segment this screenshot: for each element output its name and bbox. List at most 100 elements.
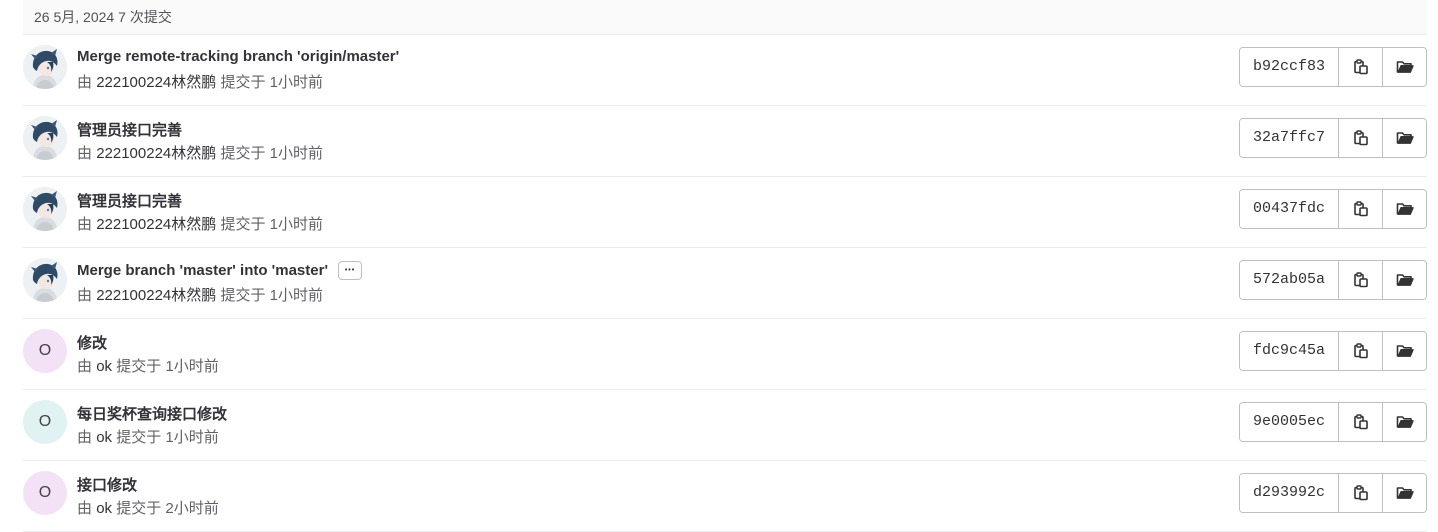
commit-title[interactable]: 修改 [77, 332, 107, 353]
commit-sha-link[interactable]: 32a7ffc7 [1240, 119, 1339, 157]
day-header-date: 26 5月, 2024 [34, 9, 115, 25]
browse-files-button[interactable] [1382, 119, 1426, 157]
commit-meta: 由 222100224林然鹏 提交于 1小时前 [77, 71, 323, 92]
commit-time: 1小时前 [269, 216, 323, 233]
commit-sha-link[interactable]: fdc9c45a [1240, 332, 1339, 370]
avatar[interactable] [23, 187, 67, 231]
copy-sha-button[interactable] [1339, 332, 1382, 370]
commit-time: 1小时前 [269, 74, 323, 91]
commit-actions: b92ccf83 [1239, 47, 1427, 87]
meta-committed: 提交于 [116, 429, 162, 446]
commit-row-4: O 修改 由 ok 提交于 1小时前 fdc9c45a [23, 319, 1427, 390]
commit-sha-link[interactable]: 9e0005ec [1240, 403, 1339, 441]
copy-icon [1353, 485, 1368, 501]
folder-open-icon [1396, 132, 1414, 144]
commit-sha-link[interactable]: d293992c [1240, 474, 1339, 512]
commit-author[interactable]: ok [96, 429, 112, 446]
commit-title[interactable]: 接口修改 [77, 474, 137, 495]
commit-time: 1小时前 [165, 358, 219, 375]
folder-open-icon [1396, 61, 1414, 73]
day-header: 26 5月, 2024 7 次提交 [23, 0, 1427, 35]
commit-author[interactable]: ok [96, 500, 112, 517]
commit-row-5: O 每日奖杯查询接口修改 由 ok 提交于 1小时前 9e0005ec [23, 390, 1427, 461]
browse-files-button[interactable] [1382, 403, 1426, 441]
commit-title-line: 管理员接口完善 [77, 190, 182, 211]
commit-time: 1小时前 [269, 145, 323, 162]
copy-icon [1353, 59, 1368, 75]
commit-author[interactable]: 222100224林然鹏 [96, 145, 216, 162]
meta-by: 由 [77, 216, 93, 233]
copy-sha-button[interactable] [1339, 474, 1382, 512]
commit-row-3: Merge branch 'master' into 'master' ••• … [23, 248, 1427, 319]
commit-meta: 由 ok 提交于 2小时前 [77, 497, 219, 518]
commit-meta: 由 222100224林然鹏 提交于 1小时前 [77, 142, 323, 163]
commit-list: 26 5月, 2024 7 次提交 Merge remote-tracking b… [23, 0, 1427, 532]
commit-actions: d293992c [1239, 473, 1427, 513]
meta-by: 由 [77, 74, 93, 91]
commit-sha-link[interactable]: 00437fdc [1240, 190, 1339, 228]
avatar-image [23, 116, 67, 160]
folder-open-icon [1396, 487, 1414, 499]
avatar-image [23, 258, 67, 302]
commit-time: 1小时前 [269, 287, 323, 304]
commit-sha-link[interactable]: 572ab05a [1240, 261, 1339, 299]
commit-title[interactable]: 管理员接口完善 [77, 119, 182, 140]
avatar[interactable]: O [23, 329, 67, 373]
commit-author[interactable]: 222100224林然鹏 [96, 216, 216, 233]
folder-open-icon [1396, 345, 1414, 357]
browse-files-button[interactable] [1382, 261, 1426, 299]
copy-icon [1353, 272, 1368, 288]
commit-row-2: 管理员接口完善 由 222100224林然鹏 提交于 1小时前 00437fdc [23, 177, 1427, 248]
copy-sha-button[interactable] [1339, 403, 1382, 441]
commit-title[interactable]: 管理员接口完善 [77, 190, 182, 211]
avatar-initial: O [38, 484, 52, 501]
meta-committed: 提交于 [220, 74, 266, 91]
avatar[interactable]: O [23, 471, 67, 515]
folder-open-icon [1396, 274, 1414, 286]
copy-sha-button[interactable] [1339, 48, 1382, 86]
avatar[interactable] [23, 45, 67, 89]
toggle-description-button[interactable]: ••• [338, 261, 363, 280]
commit-actions: 572ab05a [1239, 260, 1427, 300]
meta-by: 由 [77, 287, 93, 304]
avatar[interactable] [23, 258, 67, 302]
folder-open-icon [1396, 203, 1414, 215]
commit-author[interactable]: ok [96, 358, 112, 375]
commit-row-6: O 接口修改 由 ok 提交于 2小时前 d293992c [23, 461, 1427, 532]
copy-sha-button[interactable] [1339, 190, 1382, 228]
meta-by: 由 [77, 145, 93, 162]
commit-sha-link[interactable]: b92ccf83 [1240, 48, 1339, 86]
commit-author[interactable]: 222100224林然鹏 [96, 287, 216, 304]
commit-meta: 由 ok 提交于 1小时前 [77, 426, 219, 447]
ellipsis-icon: ••• [344, 267, 356, 274]
browse-files-button[interactable] [1382, 332, 1426, 370]
commit-title-line: 修改 [77, 332, 107, 353]
commit-row-0: Merge remote-tracking branch 'origin/mas… [23, 35, 1427, 106]
meta-by: 由 [77, 500, 93, 517]
avatar[interactable]: O [23, 400, 67, 444]
commit-title[interactable]: 每日奖杯查询接口修改 [77, 403, 227, 424]
copy-icon [1353, 414, 1368, 430]
avatar-initial: O [38, 342, 52, 359]
commit-row-1: 管理员接口完善 由 222100224林然鹏 提交于 1小时前 32a7ffc7 [23, 106, 1427, 177]
commit-title[interactable]: Merge branch 'master' into 'master' [77, 262, 328, 279]
commit-title-line: Merge branch 'master' into 'master' ••• [77, 261, 363, 280]
browse-files-button[interactable] [1382, 474, 1426, 512]
commit-actions: 9e0005ec [1239, 402, 1427, 442]
commit-time: 2小时前 [165, 500, 219, 517]
commit-meta: 由 222100224林然鹏 提交于 1小时前 [77, 213, 323, 234]
copy-sha-button[interactable] [1339, 119, 1382, 157]
copy-sha-button[interactable] [1339, 261, 1382, 299]
browse-files-button[interactable] [1382, 190, 1426, 228]
meta-committed: 提交于 [220, 216, 266, 233]
commit-actions: 32a7ffc7 [1239, 118, 1427, 158]
commit-title-line: 管理员接口完善 [77, 119, 182, 140]
meta-committed: 提交于 [220, 145, 266, 162]
commit-author[interactable]: 222100224林然鹏 [96, 74, 216, 91]
commit-title[interactable]: Merge remote-tracking branch 'origin/mas… [77, 48, 399, 65]
browse-files-button[interactable] [1382, 48, 1426, 86]
commit-title-line: Merge remote-tracking branch 'origin/mas… [77, 48, 399, 65]
avatar[interactable] [23, 116, 67, 160]
copy-icon [1353, 343, 1368, 359]
commit-title-line: 每日奖杯查询接口修改 [77, 403, 227, 424]
